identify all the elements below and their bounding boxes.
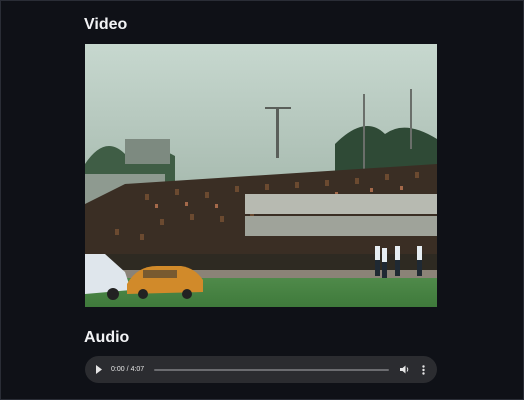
volume-icon[interactable] [399, 364, 411, 376]
video-frame [85, 44, 437, 307]
audio-section-title: Audio [84, 329, 130, 346]
current-time: 0:00 [111, 366, 125, 373]
progress-bar[interactable] [154, 368, 389, 371]
play-icon[interactable] [93, 364, 105, 376]
video-section-title: Video [84, 16, 128, 33]
video-player[interactable] [85, 44, 437, 307]
duration: 4:07 [130, 366, 145, 373]
more-options-icon[interactable] [417, 364, 429, 376]
time-separator: / [126, 366, 129, 373]
audio-time: 0:00/4:07 [111, 366, 144, 373]
audio-player[interactable]: 0:00/4:07 [85, 356, 437, 383]
